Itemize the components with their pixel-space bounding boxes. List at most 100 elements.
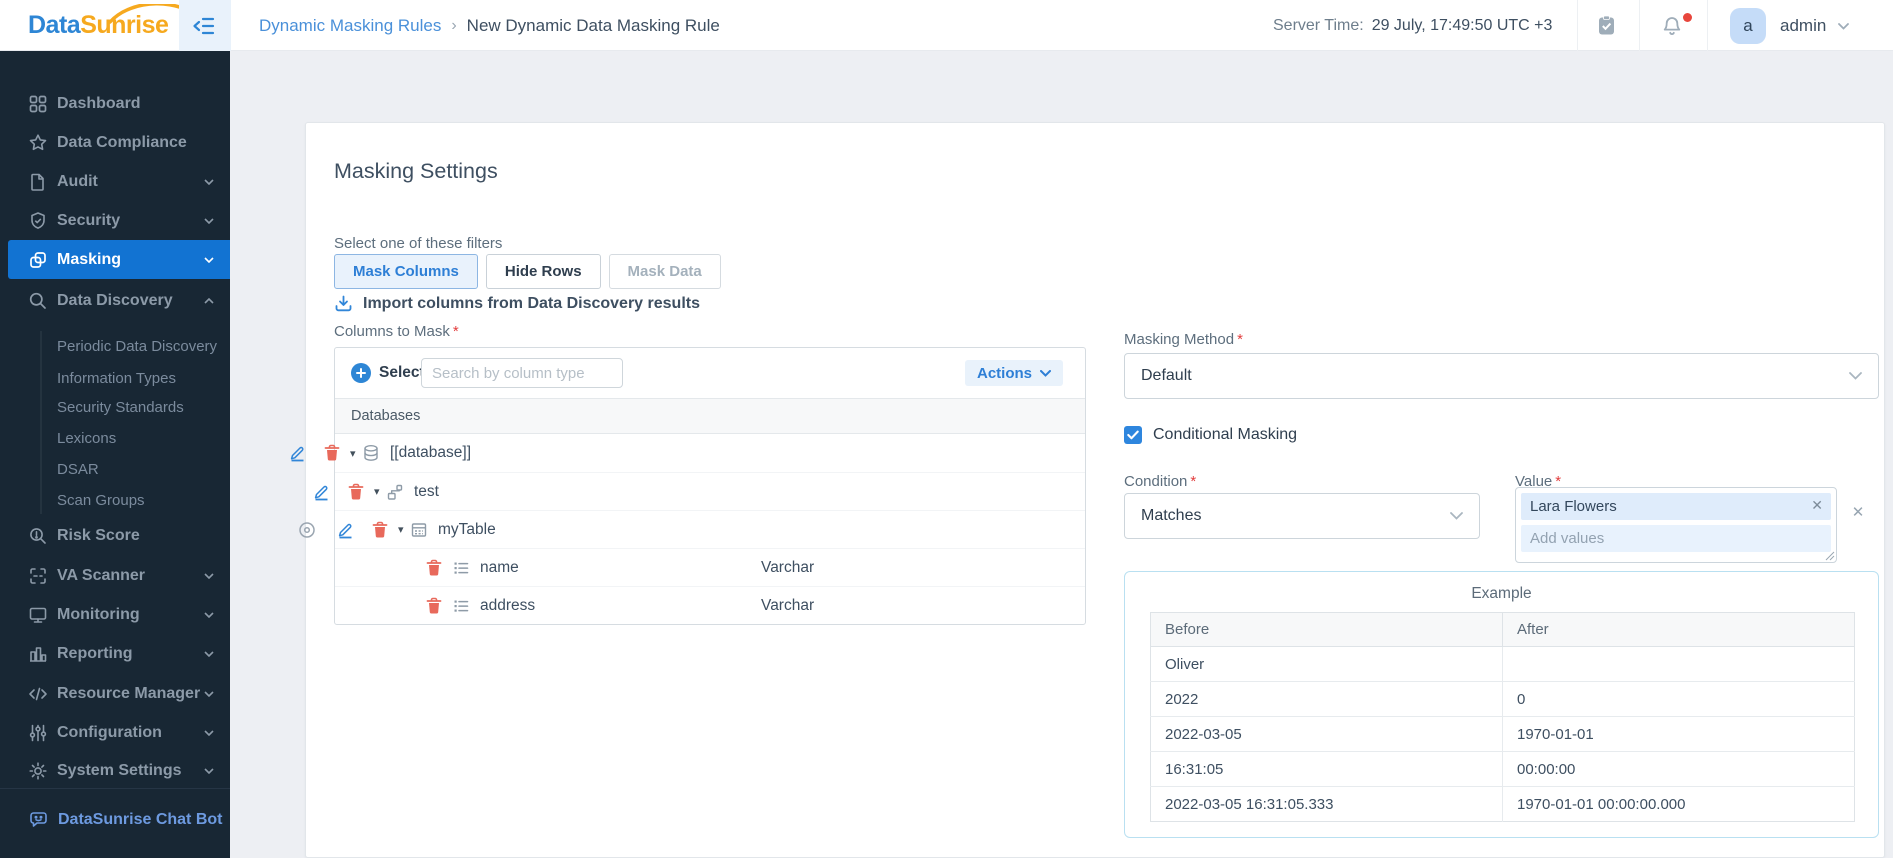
chevron-down-icon[interactable]	[1838, 23, 1849, 30]
example-cell: 1970-01-01 00:00:00.000	[1502, 786, 1855, 822]
sidebar-subitem-lexicons[interactable]: Lexicons	[57, 423, 222, 454]
sidebar-item-resource-manager[interactable]: Resource Manager	[0, 674, 230, 713]
sidebar-item-configuration[interactable]: Configuration	[0, 713, 230, 752]
import-columns-link[interactable]: Import columns from Data Discovery resul…	[334, 294, 700, 313]
logo-text-data: Data	[28, 11, 81, 39]
example-col-after: After	[1502, 612, 1855, 647]
tree-row-column: address Varchar	[335, 586, 1085, 624]
sidebar-item-monitoring[interactable]: Monitoring	[0, 595, 230, 634]
sidebar-item-va-scanner[interactable]: VA Scanner	[0, 556, 230, 595]
add-values-input[interactable]	[1521, 525, 1831, 552]
example-row: 2022-03-05 1970-01-01	[1150, 716, 1855, 752]
schema-icon	[387, 484, 403, 500]
remove-tag-icon[interactable]: ✕	[1811, 497, 1823, 514]
tasks-button[interactable]	[1583, 0, 1629, 51]
search-input[interactable]	[421, 358, 623, 388]
example-cell: 0	[1502, 681, 1855, 717]
actions-label: Actions	[976, 364, 1032, 382]
conditional-masking-checkbox-row[interactable]: Conditional Masking	[1124, 426, 1297, 444]
delete-icon[interactable]	[426, 559, 442, 577]
value-tag: Lara Flowers ✕	[1521, 493, 1831, 520]
sidebar-collapse-button[interactable]	[179, 0, 231, 51]
delete-icon[interactable]	[348, 483, 364, 501]
chevron-down-icon	[204, 178, 214, 185]
sliders-icon	[29, 724, 47, 741]
sidebar-item-label: DataSunrise Chat Bot	[58, 811, 223, 828]
checkbox-checked-icon[interactable]	[1124, 426, 1142, 444]
mask-columns-button[interactable]: Mask Columns	[334, 254, 478, 289]
server-time-label: Server Time:	[1273, 16, 1364, 34]
sidebar-item-label: Data Compliance	[57, 133, 187, 151]
breadcrumb-parent[interactable]: Dynamic Masking Rules	[259, 16, 441, 36]
clear-values-icon[interactable]: ✕	[1847, 501, 1869, 523]
masking-icon	[30, 251, 46, 268]
sidebar-item-chat-bot[interactable]: DataSunrise Chat Bot	[0, 800, 230, 840]
notifications-button[interactable]	[1649, 0, 1695, 51]
server-time-value: 29 July, 17:49:50 UTC +3	[1371, 16, 1553, 34]
condition-select[interactable]: Matches	[1124, 493, 1480, 539]
sidebar-item-data-discovery[interactable]: Data Discovery	[0, 281, 230, 320]
sidebar-item-label: Security	[57, 211, 121, 229]
dashboard-icon	[29, 95, 47, 112]
tree-node-label: test	[414, 482, 439, 500]
sidebar-item-data-compliance[interactable]: Data Compliance	[0, 123, 230, 162]
sidebar-item-label: Resource Manager	[57, 684, 201, 702]
edit-icon[interactable]	[337, 521, 354, 539]
hide-rows-button[interactable]: Hide Rows	[485, 254, 601, 289]
sidebar-subitem-scan-groups[interactable]: Scan Groups	[57, 485, 222, 516]
sidebar-subitem-dsar[interactable]: DSAR	[57, 454, 222, 485]
filters-label: Select one of these filters	[334, 235, 503, 252]
resize-handle[interactable]	[1825, 551, 1835, 561]
document-icon	[31, 173, 44, 191]
columns-to-mask-panel: Select Actions Databases ▾ [[database]]	[290, 347, 1086, 625]
example-row: 16:31:05 00:00:00	[1150, 751, 1855, 787]
shield-check-icon	[31, 211, 45, 229]
chevron-down-icon	[1849, 372, 1862, 380]
topbar-divider	[1639, 0, 1640, 51]
sidebar-item-audit[interactable]: Audit	[0, 162, 230, 201]
datasunrise-logo[interactable]: DataSunrise	[28, 4, 204, 40]
delete-icon[interactable]	[324, 444, 340, 462]
sidebar-subitem-information-types[interactable]: Information Types	[57, 363, 222, 394]
chevron-down-icon	[1040, 369, 1051, 377]
add-column-button[interactable]	[351, 363, 371, 383]
masking-method-select[interactable]: Default	[1124, 353, 1879, 399]
edit-icon[interactable]	[289, 444, 306, 462]
actions-button[interactable]: Actions	[964, 360, 1063, 386]
chevron-down-icon	[204, 767, 214, 774]
delete-icon[interactable]	[426, 597, 442, 615]
masking-method-value: Default	[1141, 367, 1192, 384]
example-cell: 00:00:00	[1502, 751, 1855, 787]
column-icon	[454, 600, 469, 612]
import-columns-label: Import columns from Data Discovery resul…	[363, 294, 700, 312]
preview-icon[interactable]	[298, 521, 316, 539]
sidebar-item-reporting[interactable]: Reporting	[0, 634, 230, 673]
tree-node-label: [[database]]	[390, 444, 472, 461]
example-cell: 2022	[1150, 681, 1503, 717]
sidebar-item-label: Data Discovery	[57, 291, 173, 309]
sidebar-item-dashboard[interactable]: Dashboard	[0, 84, 230, 123]
column-datatype: Varchar	[761, 596, 815, 614]
user-menu[interactable]: admin	[1780, 0, 1826, 51]
download-icon	[335, 295, 352, 312]
sidebar-item-risk-score[interactable]: Risk Score	[0, 516, 230, 555]
sidebar-subitem-periodic-data-discovery[interactable]: Periodic Data Discovery	[57, 331, 222, 362]
tree-row-table: ▾ myTable	[299, 510, 1085, 548]
delete-icon[interactable]	[372, 521, 388, 539]
edit-icon[interactable]	[313, 483, 330, 501]
tree-row-column: name Varchar	[335, 548, 1085, 586]
example-row: 2022 0	[1150, 681, 1855, 717]
expand-caret[interactable]: ▾	[398, 523, 410, 536]
sidebar-item-system-settings[interactable]: System Settings	[0, 751, 230, 790]
expand-caret[interactable]: ▾	[374, 485, 386, 498]
sidebar-subitem-security-standards[interactable]: Security Standards	[57, 392, 222, 423]
example-cell	[1502, 646, 1855, 682]
sidebar-item-security[interactable]: Security	[0, 201, 230, 240]
sidebar-item-masking[interactable]: Masking	[8, 240, 230, 279]
expand-caret[interactable]: ▾	[350, 447, 362, 460]
example-table: Before After Oliver 2022 0 2022-03-05 19…	[1150, 612, 1855, 822]
mask-data-button[interactable]: Mask Data	[608, 254, 721, 289]
sidebar-divider	[0, 788, 230, 789]
avatar[interactable]: a	[1730, 8, 1766, 44]
example-col-before: Before	[1150, 612, 1503, 647]
